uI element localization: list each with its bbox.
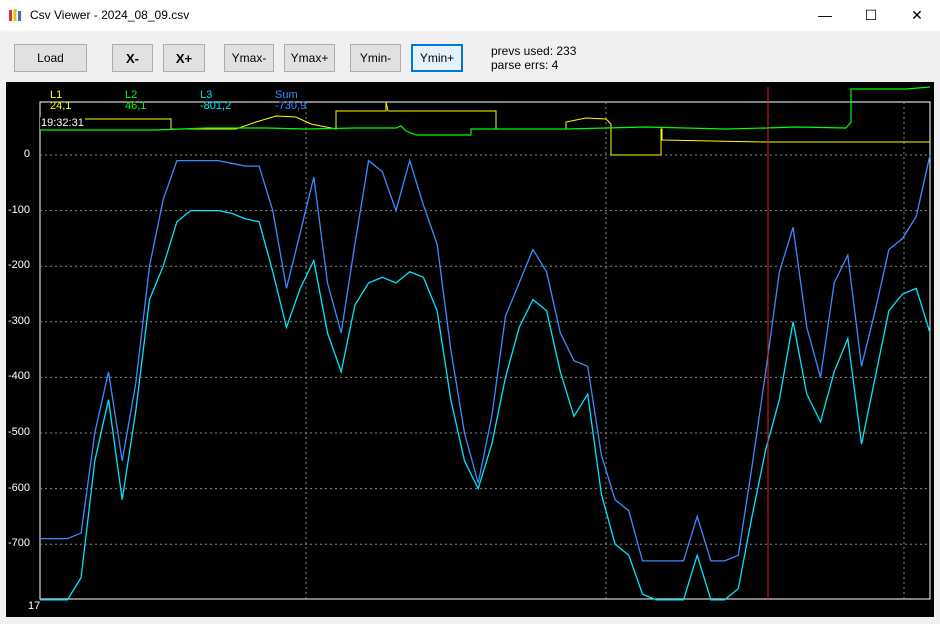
plot-frame xyxy=(39,101,931,600)
close-button[interactable]: ✕ xyxy=(894,0,940,31)
x-minus-button[interactable]: X- xyxy=(112,44,153,72)
legend-l2-value: 46,1 xyxy=(125,100,147,112)
legend-l3-value: -801,2 xyxy=(200,100,232,112)
minimize-button[interactable]: — xyxy=(802,0,848,31)
y-tick-label: 0 xyxy=(23,148,30,160)
prevs-used-text: prevs used: 233 xyxy=(491,44,577,58)
legend-l1-value: 24,1 xyxy=(50,100,72,112)
ymin-plus-button[interactable]: Ymin+ xyxy=(411,44,463,72)
title-bar: Csv Viewer - 2024_08_09.csv — ☐ ✕ xyxy=(0,0,940,31)
x-start-label: 17 xyxy=(28,600,41,612)
y-tick-label: -300 xyxy=(7,314,30,327)
window-title: Csv Viewer - 2024_08_09.csv xyxy=(30,8,190,22)
y-tick-label: -400 xyxy=(7,370,30,383)
x-plus-button[interactable]: X+ xyxy=(163,44,205,72)
series-sum-line xyxy=(40,154,931,562)
y-tick-label: -500 xyxy=(7,426,30,438)
chart-canvas[interactable] xyxy=(6,82,934,617)
legend-sum-value: -730,9 xyxy=(275,100,307,112)
series-l3-line xyxy=(40,209,931,601)
cursor-time-label: 19:32:31 xyxy=(40,117,85,129)
maximize-button[interactable]: ☐ xyxy=(848,0,894,31)
y-tick-label: -600 xyxy=(7,481,30,494)
app-icon xyxy=(9,9,21,21)
load-button[interactable]: Load xyxy=(14,44,87,72)
ymax-plus-button[interactable]: Ymax+ xyxy=(284,44,335,72)
y-tick-label: -100 xyxy=(7,203,30,216)
plot-area[interactable]: 0 -100 -200 -300 -400 -500 -600 -700 L1 24,1 L2… xyxy=(6,82,934,617)
parse-errs-text: parse errs: 4 xyxy=(491,58,559,72)
y-tick-label: -200 xyxy=(7,259,30,272)
y-tick-label: -700 xyxy=(7,537,30,550)
ymax-minus-button[interactable]: Ymax- xyxy=(224,44,274,72)
ymin-minus-button[interactable]: Ymin- xyxy=(350,44,401,72)
